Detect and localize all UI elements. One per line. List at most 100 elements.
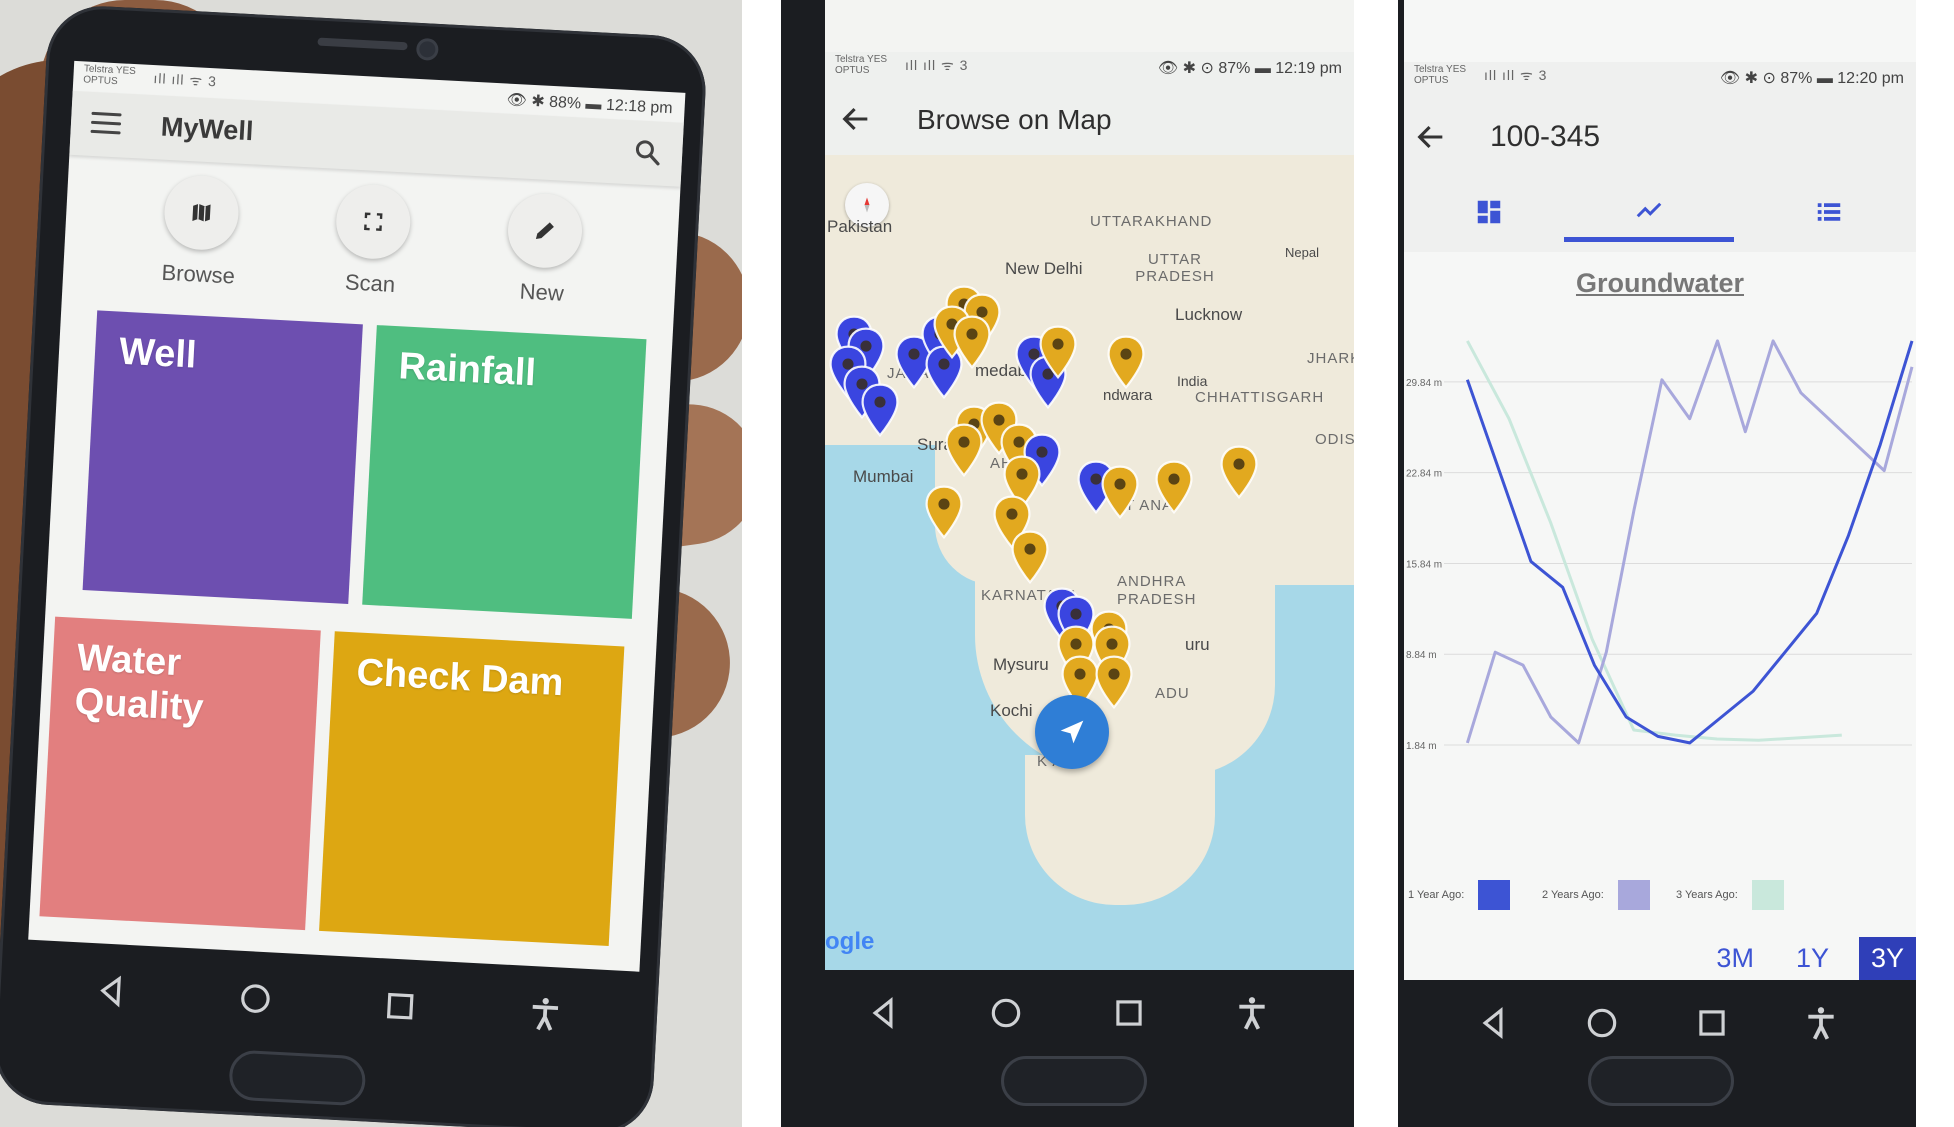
map-label: CHHATTISGARH — [1195, 389, 1325, 406]
y-tick-label: 1.84 m — [1406, 741, 1437, 752]
status-bar: Telstra YES OPTUS ıll ıll ᯤ 3 👁 ✱ ⊙ 87% … — [1404, 62, 1916, 92]
hamburger-menu-icon[interactable] — [90, 111, 122, 136]
map-view[interactable]: Pakistan UTTARAKHAND New Delhi Nepal UTT… — [825, 155, 1354, 970]
phone-screen: Telstra YES OPTUS ıll ıll ᯤ 3 👁 ✱ ⊙ 87% … — [1404, 0, 1916, 980]
browse-label: Browse — [160, 259, 236, 289]
range-3y-button[interactable]: 3Y — [1858, 936, 1916, 980]
accessibility-icon[interactable] — [1802, 1004, 1840, 1047]
tile-water-quality[interactable]: Water Quality — [39, 616, 321, 931]
pencil-icon — [506, 191, 584, 270]
tile-well[interactable]: Well — [82, 310, 363, 604]
series-line-1 — [1465, 340, 1914, 745]
map-marker-pin-icon[interactable] — [1220, 445, 1258, 500]
new-label: New — [519, 278, 565, 306]
new-button[interactable]: New — [466, 190, 622, 310]
navigation-arrow-icon — [1060, 720, 1084, 744]
map-label: UTTARAKHAND — [1090, 213, 1213, 230]
groundwater-chart[interactable]: 29.84 m 22.84 m 15.84 m 8.84 m 1.84 m — [1404, 305, 1916, 860]
recents-nav-icon[interactable] — [1693, 1004, 1731, 1047]
back-arrow-icon[interactable] — [1414, 120, 1448, 154]
map-label: Pakistan — [827, 217, 893, 236]
map-marker-pin-icon[interactable] — [925, 485, 963, 540]
map-label: Kochi — [990, 701, 1033, 720]
home-button[interactable] — [1001, 1056, 1147, 1106]
map-marker-pin-icon[interactable] — [1155, 460, 1193, 515]
tab-list[interactable] — [1744, 182, 1914, 242]
map-label: New Delhi — [1005, 259, 1083, 278]
map-label: ANDHRA PRADESH — [1117, 573, 1197, 608]
signal-indicators: ıll ıll ᯤ 3 — [153, 70, 218, 90]
legend-label: 2 Years Ago: — [1542, 889, 1604, 901]
map-marker-pin-icon[interactable] — [1011, 530, 1049, 585]
android-nav-bar — [1438, 990, 1876, 1060]
my-location-button[interactable] — [1035, 695, 1109, 769]
android-nav-bar — [36, 954, 619, 1054]
phone-device: Telstra YES OPTUS ıll ıll ᯤ 3 👁 ✱ 88% ▬ … — [0, 3, 709, 1127]
carrier-label: Telstra YES OPTUS — [835, 54, 888, 76]
panel-browse-map: Telstra YES OPTUS ıll ıll ᯤ 3 👁 ✱ ⊙ 87% … — [781, 0, 1354, 1127]
legend-item: 2 Years Ago: — [1542, 880, 1650, 910]
tab-overview[interactable] — [1404, 182, 1574, 242]
home-nav-icon[interactable] — [1583, 1004, 1621, 1047]
map-marker-pin-icon[interactable] — [945, 423, 983, 478]
tile-check-dam[interactable]: Check Dam — [319, 631, 625, 947]
search-icon[interactable] — [632, 136, 664, 168]
well-id-title: 100-345 — [1490, 120, 1601, 153]
legend-label: 1 Year Ago: — [1408, 889, 1465, 901]
home-nav-icon[interactable] — [987, 994, 1025, 1037]
home-button[interactable] — [228, 1049, 367, 1107]
status-right: 👁 ✱ ⊙ 87% ▬ 12:19 pm — [1157, 60, 1342, 77]
map-label: Lucknow — [1175, 305, 1243, 324]
scan-label: Scan — [344, 269, 396, 297]
legend-item: 1 Year Ago: — [1408, 880, 1511, 910]
map-label: Nepal — [1285, 245, 1319, 260]
app-bar: 100-345 — [1404, 92, 1916, 252]
map-marker-pin-icon[interactable] — [1095, 655, 1133, 710]
recents-nav-icon[interactable] — [380, 986, 420, 1031]
map-label: Mumbai — [853, 467, 914, 486]
map-marker-pin-icon[interactable] — [953, 315, 991, 370]
legend-label: 3 Years Ago: — [1676, 889, 1738, 901]
android-nav-bar — [821, 980, 1314, 1050]
map-marker-pin-icon[interactable] — [1039, 325, 1077, 380]
back-nav-icon[interactable] — [864, 994, 902, 1037]
tile-rainfall[interactable]: Rainfall — [362, 325, 647, 619]
signal-indicators: ıll ıll ᯤ 3 — [1484, 67, 1548, 83]
back-arrow-icon[interactable] — [839, 102, 873, 136]
map-marker-pin-icon[interactable] — [1107, 335, 1145, 390]
browse-button[interactable]: Browse — [123, 172, 279, 292]
legend-item: 3 Years Ago: — [1676, 880, 1784, 910]
list-icon — [1817, 203, 1841, 221]
back-nav-icon[interactable] — [1474, 1004, 1512, 1047]
app-bar: Browse on Map — [825, 82, 1354, 155]
legend-swatch — [1478, 880, 1511, 910]
signal-indicators: ıll ıll ᯤ 3 — [905, 57, 969, 73]
range-1y-button[interactable]: 1Y — [1784, 937, 1841, 980]
google-logo: ogle — [825, 928, 875, 955]
home-button[interactable] — [1588, 1056, 1734, 1106]
chart-legend: 1 Year Ago: 2 Years Ago: 3 Years Ago: — [1404, 880, 1916, 920]
scan-button[interactable]: Scan — [294, 181, 450, 301]
legend-swatch — [1751, 880, 1784, 910]
chart-line-icon — [1636, 202, 1662, 217]
map-label: uru — [1185, 635, 1210, 654]
map-marker-pin-icon[interactable] — [861, 383, 899, 438]
app-title: MyWell — [160, 111, 255, 147]
tab-chart[interactable] — [1564, 182, 1734, 242]
panel-mywell-home: Telstra YES OPTUS ıll ıll ᯤ 3 👁 ✱ 88% ▬ … — [0, 0, 742, 1127]
status-right: 👁 ✱ ⊙ 87% ▬ 12:20 pm — [1719, 70, 1904, 87]
back-nav-icon[interactable] — [90, 971, 130, 1016]
status-bar: Telstra YES OPTUS ıll ıll ᯤ 3 👁 ✱ ⊙ 87% … — [825, 52, 1354, 82]
recents-nav-icon[interactable] — [1110, 994, 1148, 1037]
map-label: India — [1177, 373, 1208, 389]
map-marker-pin-icon[interactable] — [1101, 465, 1139, 520]
home-nav-icon[interactable] — [235, 978, 275, 1023]
accessibility-icon[interactable] — [1233, 994, 1271, 1037]
accessibility-icon[interactable] — [524, 993, 564, 1038]
scan-icon — [334, 182, 413, 261]
map-land — [1025, 755, 1215, 905]
detail-tabs — [1404, 182, 1916, 242]
range-3m-button[interactable]: 3M — [1704, 937, 1766, 980]
map-label: Mysuru — [993, 655, 1049, 674]
panel-well-detail: Telstra YES OPTUS ıll ıll ᯤ 3 👁 ✱ ⊙ 87% … — [1398, 0, 1916, 1127]
